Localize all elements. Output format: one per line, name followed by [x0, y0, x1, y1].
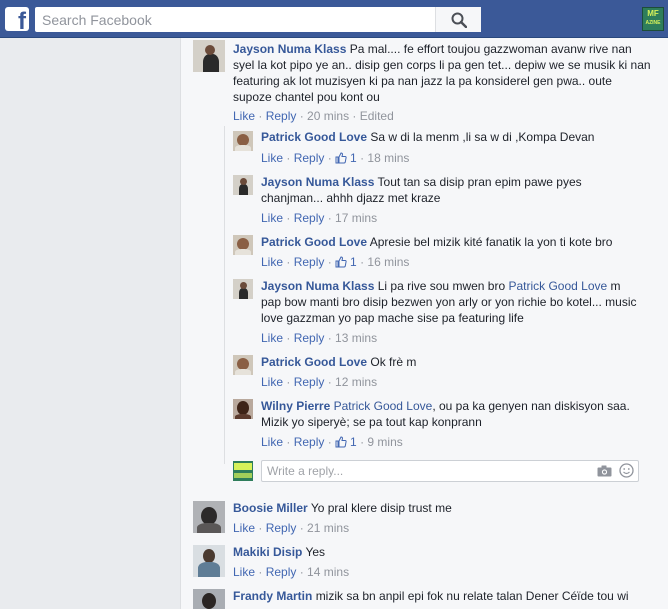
thread-divider: [224, 126, 225, 464]
like-count[interactable]: 1: [335, 150, 357, 166]
avatar[interactable]: [233, 131, 253, 151]
reply-link[interactable]: Reply: [294, 151, 325, 165]
reply-link[interactable]: Reply: [294, 375, 325, 389]
reply-link[interactable]: Reply: [294, 211, 325, 225]
thumbs-up-icon: [335, 152, 347, 164]
like-count[interactable]: 1: [335, 434, 357, 450]
comment-time[interactable]: 20 mins: [307, 109, 349, 123]
comment-time[interactable]: 16 mins: [367, 255, 409, 269]
comment-author[interactable]: Makiki Disip: [233, 545, 302, 559]
like-link[interactable]: Like: [261, 375, 283, 389]
comment-author[interactable]: Patrick Good Love: [261, 130, 367, 144]
reply-text: Patrick Good Love Ok frè m: [261, 355, 417, 369]
like-link[interactable]: Like: [233, 109, 255, 123]
reply-actions: Like · Reply · 17 mins: [261, 211, 378, 225]
like-link[interactable]: Like: [261, 331, 283, 345]
avatar[interactable]: [193, 501, 225, 533]
comment-actions: Like · Reply · 14 mins: [233, 565, 350, 579]
facebook-logo-icon[interactable]: f: [5, 7, 29, 31]
comment-author[interactable]: Frandy Martin: [233, 589, 312, 603]
smiley-icon[interactable]: [619, 463, 634, 478]
avatar[interactable]: [233, 235, 253, 255]
search-input[interactable]: [35, 7, 435, 32]
comment-time[interactable]: 13 mins: [335, 331, 377, 345]
reply-link[interactable]: Reply: [294, 255, 325, 269]
like-link[interactable]: Like: [233, 565, 255, 579]
reply-link[interactable]: Reply: [266, 565, 297, 579]
search-bar: [35, 7, 481, 32]
comment-text: Makiki Disip Yes: [233, 545, 326, 559]
comment-author[interactable]: Wilny Pierre: [261, 399, 330, 413]
avatar[interactable]: [233, 175, 253, 195]
thumbs-up-icon: [335, 436, 347, 448]
current-user-avatar: [233, 461, 253, 481]
reply-text: Wilny Pierre Patrick Good Love, ou pa ka…: [261, 399, 630, 429]
comment-text: Jayson Numa Klass Pa mal.... fe effort t…: [233, 42, 651, 104]
reply-link[interactable]: Reply: [266, 521, 297, 535]
comment-author[interactable]: Jayson Numa Klass: [261, 279, 374, 293]
reply-text: Patrick Good Love Sa w di la menm ,li sa…: [261, 130, 595, 144]
comment-actions: Like · Reply · 21 mins: [233, 521, 350, 535]
mention-link[interactable]: Patrick Good Love: [334, 399, 433, 413]
reply-text: Patrick Good Love Apresie bel mizik kité…: [261, 235, 613, 249]
like-link[interactable]: Like: [261, 151, 283, 165]
comment-time[interactable]: 18 mins: [367, 151, 409, 165]
like-count[interactable]: 1: [335, 254, 357, 270]
avatar[interactable]: [193, 589, 225, 609]
comments-panel: Jayson Numa Klass Pa mal.... fe effort t…: [180, 38, 668, 609]
like-link[interactable]: Like: [261, 435, 283, 449]
search-button[interactable]: [435, 7, 481, 32]
avatar[interactable]: [193, 40, 225, 72]
comment-time[interactable]: 21 mins: [307, 521, 349, 535]
comment-time[interactable]: 17 mins: [335, 211, 377, 225]
comment-author[interactable]: Patrick Good Love: [261, 355, 367, 369]
avatar[interactable]: [193, 545, 225, 577]
reply-actions: Like · Reply · 13 mins: [261, 331, 378, 345]
like-link[interactable]: Like: [233, 521, 255, 535]
reply-link[interactable]: Reply: [294, 331, 325, 345]
comment-time[interactable]: 14 mins: [307, 565, 349, 579]
reply-text: Jayson Numa Klass Li pa rive sou mwen br…: [261, 279, 637, 325]
comment-author[interactable]: Jayson Numa Klass: [233, 42, 346, 56]
comment-actions: Like · Reply · 20 mins · Edited: [233, 109, 394, 123]
reply-input[interactable]: [262, 461, 582, 481]
reply-actions: Like · Reply · 1 · 18 mins: [261, 150, 410, 166]
edited-label[interactable]: Edited: [360, 109, 394, 123]
reply-text: Jayson Numa Klass Tout tan sa disip pran…: [261, 175, 582, 205]
avatar[interactable]: [233, 355, 253, 375]
reply-actions: Like · Reply · 1 · 9 mins: [261, 434, 403, 450]
reply-box: [261, 460, 639, 482]
page-avatar[interactable]: MF AZINE: [642, 7, 664, 31]
comment-text: Boosie Miller Yo pral klere disip trust …: [233, 501, 452, 515]
comment-author[interactable]: Jayson Numa Klass: [261, 175, 374, 189]
like-link[interactable]: Like: [261, 255, 283, 269]
search-icon: [451, 12, 467, 28]
comment-author[interactable]: Boosie Miller: [233, 501, 308, 515]
thumbs-up-icon: [335, 256, 347, 268]
avatar[interactable]: [233, 399, 253, 419]
reply-actions: Like · Reply · 12 mins: [261, 375, 378, 389]
mention-link[interactable]: Patrick Good Love: [508, 279, 607, 293]
top-bar: f MF AZINE: [0, 0, 668, 38]
reply-actions: Like · Reply · 1 · 16 mins: [261, 254, 410, 270]
comment-time[interactable]: 12 mins: [335, 375, 377, 389]
comment-time[interactable]: 9 mins: [367, 435, 402, 449]
camera-icon[interactable]: [597, 465, 612, 477]
avatar[interactable]: [233, 279, 253, 299]
reply-link[interactable]: Reply: [266, 109, 297, 123]
comment-text: Frandy Martin mizik sa bn anpil epi fok …: [233, 589, 629, 603]
like-link[interactable]: Like: [261, 211, 283, 225]
reply-link[interactable]: Reply: [294, 435, 325, 449]
comment-author[interactable]: Patrick Good Love: [261, 235, 367, 249]
